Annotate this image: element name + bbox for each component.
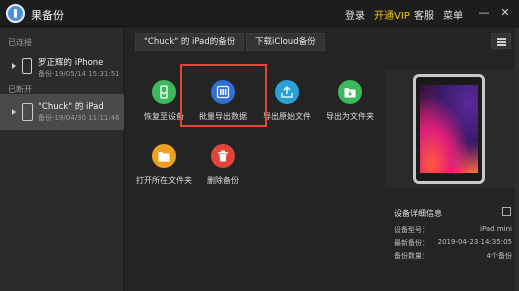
- device-name: 罗正辉的 iPhone: [38, 58, 104, 68]
- export-raw-icon: [275, 80, 299, 104]
- list-menu-button[interactable]: [491, 33, 511, 49]
- device-sidebar: 已连接 罗正辉的 iPhone 备份-19/05/14 15:31:51 已断开…: [0, 28, 124, 291]
- app-title: 果备份: [31, 9, 64, 22]
- ipad-screen: [420, 85, 478, 173]
- app-logo-icon: [6, 4, 25, 23]
- login-link[interactable]: 登录: [345, 7, 365, 22]
- action-label: 导出为文件夹: [326, 112, 374, 121]
- ipad-image: [413, 74, 485, 184]
- scrollbar[interactable]: [515, 28, 519, 291]
- expand-arrow-icon[interactable]: [12, 63, 16, 69]
- tab-ipad-backup[interactable]: "Chuck" 的 iPad的备份: [135, 33, 245, 51]
- expand-arrow-icon[interactable]: [12, 109, 16, 115]
- device-backup-time: 备份-19/04/30 11:11:46: [38, 114, 120, 122]
- info-value: 4个备份: [486, 252, 512, 260]
- action-label: 删除备份: [207, 176, 239, 185]
- delete-backup-button[interactable]: 删除备份: [188, 144, 258, 194]
- iphone-icon: [22, 58, 32, 74]
- info-value: iPad mini: [480, 225, 512, 233]
- device-backup-time: 备份-19/05/14 15:31:51: [38, 70, 120, 78]
- info-value: 2019-04-23 14:35:05: [437, 238, 512, 246]
- selection-highlight: [180, 64, 267, 127]
- edit-icon[interactable]: [502, 207, 511, 216]
- trash-icon: [211, 144, 235, 168]
- export-as-folder-button[interactable]: 导出为文件夹: [315, 80, 385, 130]
- info-key: 备份数量：: [394, 252, 429, 260]
- title-bar: 果备份 登录 开通VIP 客服 菜单 — ✕: [0, 0, 519, 27]
- tab-download-icloud[interactable]: 下载iCloud备份: [246, 33, 325, 51]
- info-key: 设备型号：: [394, 226, 429, 234]
- device-item-ipad[interactable]: "Chuck" 的 iPad 备份-19/04/30 11:11:46: [0, 94, 124, 130]
- open-folder-icon: [152, 144, 176, 168]
- vip-link[interactable]: 开通VIP: [374, 7, 410, 22]
- device-item-iphone[interactable]: 罗正辉的 iPhone 备份-19/05/14 15:31:51: [0, 50, 124, 86]
- restore-icon: [152, 80, 176, 104]
- device-preview: [385, 70, 515, 188]
- export-folder-icon: [338, 80, 362, 104]
- info-key: 最新备份：: [394, 239, 429, 247]
- support-link[interactable]: 客服: [414, 7, 434, 22]
- device-name: "Chuck" 的 iPad: [38, 102, 104, 112]
- device-info-title: 设备详细信息: [394, 209, 442, 218]
- menu-link[interactable]: 菜单: [443, 7, 463, 22]
- ipad-icon: [22, 103, 33, 121]
- close-button[interactable]: ✕: [499, 6, 511, 20]
- connected-label: 已连接: [8, 38, 32, 47]
- minimize-button[interactable]: —: [478, 6, 490, 20]
